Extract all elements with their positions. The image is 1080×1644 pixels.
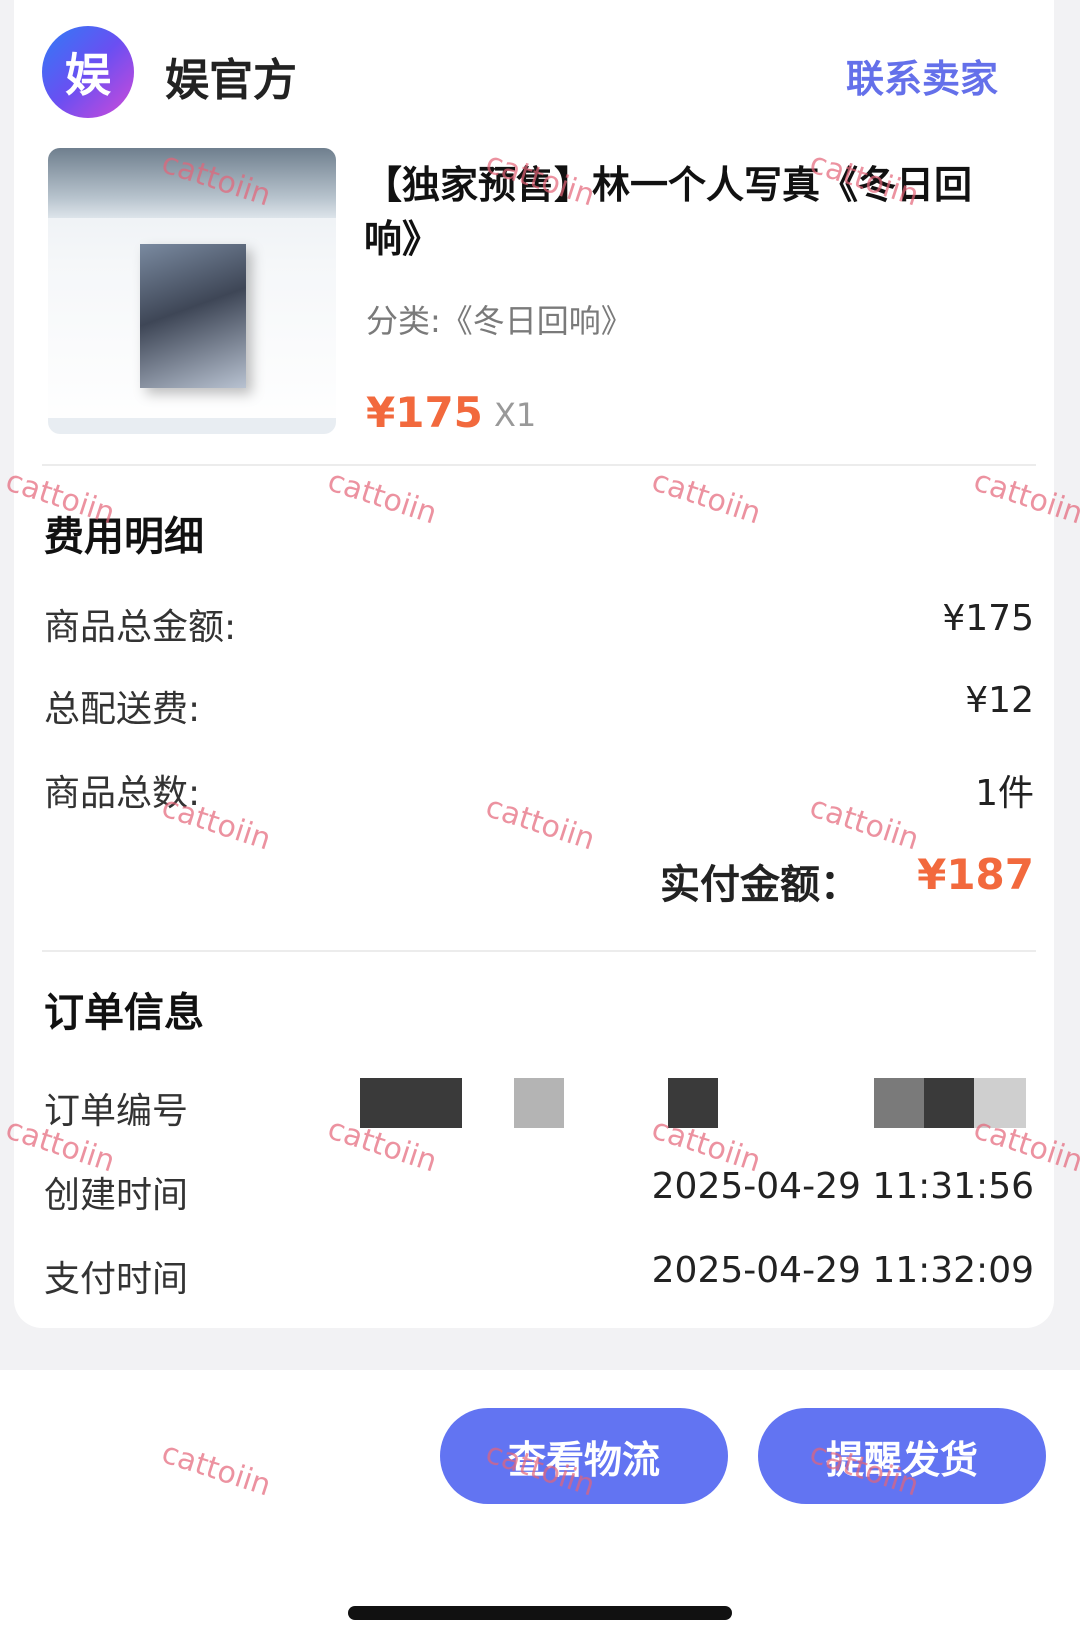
- divider: [42, 464, 1036, 466]
- paid-time-value: 2025-04-29 11:32:09: [651, 1250, 1034, 1291]
- redaction-block: [360, 1078, 462, 1128]
- total-paid-label: 实付金额：: [660, 862, 860, 908]
- fee-row-value: ¥12: [965, 680, 1034, 721]
- fee-row-value: 1件: [975, 773, 1034, 814]
- order-section-title: 订单信息: [44, 990, 204, 1036]
- total-paid-value: ¥187: [917, 850, 1034, 899]
- product-title[interactable]: 【独家预售】林一个人写真《冬日回响》: [364, 158, 1004, 266]
- view-logistics-button[interactable]: 查看物流: [440, 1408, 728, 1504]
- contact-seller-link[interactable]: 联系卖家: [846, 48, 998, 103]
- redaction-block: [514, 1078, 564, 1128]
- fee-row-label: 总配送费:: [44, 689, 201, 730]
- product-price: ¥175: [366, 388, 483, 437]
- divider: [42, 950, 1036, 952]
- shop-logo[interactable]: 娱: [42, 26, 134, 118]
- product-thumbnail[interactable]: [48, 148, 336, 434]
- thumbnail-footer: [48, 418, 336, 434]
- fee-section-title: 费用明细: [44, 514, 204, 560]
- fee-row-label: 商品总金额:: [44, 607, 237, 648]
- redaction-block: [874, 1078, 924, 1128]
- product-quantity: X1: [494, 396, 537, 434]
- fee-row-label: 商品总数:: [44, 773, 201, 814]
- created-time-value: 2025-04-29 11:31:56: [651, 1166, 1034, 1207]
- thumbnail-sky: [48, 148, 336, 218]
- shop-name[interactable]: 娱官方: [165, 44, 297, 108]
- product-category: 分类:《冬日回响》: [366, 302, 633, 340]
- created-time-label: 创建时间: [44, 1175, 189, 1216]
- home-indicator[interactable]: [348, 1606, 732, 1620]
- redaction-block: [974, 1078, 1026, 1128]
- paid-time-label: 支付时间: [44, 1259, 189, 1300]
- remind-shipment-button[interactable]: 提醒发货: [758, 1408, 1046, 1504]
- shop-logo-glyph: 娱: [65, 48, 111, 102]
- fee-row-value: ¥175: [942, 598, 1034, 639]
- order-number-label: 订单编号: [44, 1091, 189, 1132]
- thumbnail-photobook: [140, 244, 246, 388]
- redaction-block: [924, 1078, 974, 1128]
- redaction-block: [668, 1078, 718, 1128]
